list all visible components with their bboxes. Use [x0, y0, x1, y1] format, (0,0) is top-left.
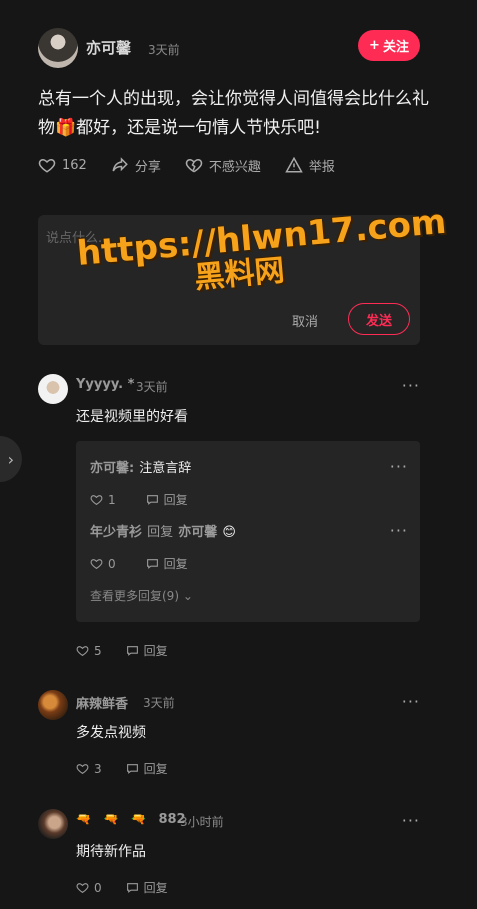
commenter-name[interactable]: 麻辣鲜香	[76, 693, 128, 712]
post-time: 3天前	[148, 43, 180, 57]
warning-icon	[285, 156, 303, 173]
heart-icon	[76, 883, 89, 894]
chat-bubble-icon	[126, 883, 138, 893]
share-label: 分享	[134, 159, 161, 175]
reply-emoji: 😊	[222, 525, 236, 540]
comment-actions: 5 回复	[76, 642, 168, 659]
commenter-name-group[interactable]: 🔫 🔫 🔫 882	[76, 812, 186, 827]
reply-label: 回复	[143, 881, 168, 895]
heart-icon	[76, 764, 89, 775]
reply-like-count: 1	[108, 492, 116, 507]
reply-item: 年少青衫 回复 亦可馨 😊 ··· 0 回复	[90, 521, 408, 571]
post-actions: 162 分享 不感兴趣 举报	[38, 153, 398, 177]
gun-badge-icon: 🔫	[76, 812, 91, 826]
comment-reply-button[interactable]: 回复	[126, 879, 168, 896]
replies-box: 亦可馨: 注意言辞 ··· 1 回复 年少青衫 回复 亦可馨 😊 ··· 0 回…	[76, 441, 420, 622]
gun-badge-icon: 🔫	[103, 812, 119, 826]
comment-item: 🔫 🔫 🔫 882 3小时前 ··· 期待新作品 0 回复	[38, 809, 420, 899]
more-options-icon[interactable]: ···	[402, 811, 420, 830]
dislike-label: 不感兴趣	[208, 159, 261, 175]
comment-text: 期待新作品	[76, 844, 146, 860]
commenter-name[interactable]: Yyyyy. *	[76, 377, 134, 392]
reply-text: 注意言辞	[139, 461, 192, 476]
reply-actions: 1 回复	[90, 491, 188, 508]
comment-item: 麻辣鲜香 3天前 ··· 多发点视频 3 回复	[38, 690, 420, 780]
share-icon	[112, 157, 128, 172]
comment-like-count: 3	[94, 761, 102, 776]
comment-text: 还是视频里的好看	[76, 409, 188, 425]
reply-to-label: 回复	[147, 525, 174, 540]
reply-label: 回复	[163, 493, 188, 507]
post-header: 亦可馨 3天前 + 关注	[38, 28, 458, 68]
watermark: https://hlwn17.com 黑料网	[75, 202, 447, 304]
gun-badge-icon: 🔫	[130, 812, 146, 826]
heart-icon	[90, 495, 103, 506]
comment-actions: 3 回复	[76, 760, 168, 777]
commenter-avatar[interactable]	[38, 690, 68, 720]
reply-author[interactable]: 亦可馨:	[90, 461, 134, 476]
reply-reply-button[interactable]: 回复	[146, 491, 188, 508]
comment-text: 多发点视频	[76, 725, 146, 741]
plus-icon: +	[369, 38, 380, 53]
comment-reply-button[interactable]: 回复	[126, 642, 168, 659]
view-more-replies-label: 查看更多回复(9)	[90, 589, 179, 603]
comment-input-box[interactable]: 说点什么... https://hlwn17.com 黑料网 取消 发送	[38, 202, 448, 345]
heart-icon	[38, 158, 56, 173]
more-options-icon[interactable]: ···	[402, 692, 420, 711]
follow-button[interactable]: + 关注	[358, 30, 420, 61]
send-button[interactable]: 发送	[348, 303, 410, 335]
comment-like-button[interactable]: 3	[76, 760, 102, 777]
reply-like-button[interactable]: 0	[90, 555, 116, 572]
heart-icon	[76, 646, 89, 657]
comment-time: 3天前	[143, 696, 175, 710]
like-count: 162	[62, 157, 87, 173]
reply-label: 回复	[163, 557, 188, 571]
reply-actions: 0 回复	[90, 555, 188, 572]
more-options-icon[interactable]: ···	[402, 376, 420, 395]
reply-label: 回复	[143, 762, 168, 776]
author-avatar[interactable]	[38, 28, 78, 68]
comment-like-button[interactable]: 0	[76, 879, 102, 896]
reply-target-name[interactable]: 亦可馨	[178, 525, 217, 540]
broken-heart-icon	[185, 158, 203, 173]
comment-like-count: 5	[94, 643, 102, 658]
comment-actions: 0 回复	[76, 879, 168, 896]
more-options-icon[interactable]: ···	[390, 521, 408, 540]
cancel-button[interactable]: 取消	[292, 311, 318, 330]
reply-like-count: 0	[108, 556, 116, 571]
chevron-down-icon: ⌄	[182, 589, 193, 603]
like-button[interactable]: 162	[38, 156, 87, 174]
comment-time: 3天前	[136, 380, 168, 394]
side-panel-toggle[interactable]: ›	[0, 436, 22, 482]
chat-bubble-icon	[146, 559, 158, 569]
commenter-avatar[interactable]	[38, 374, 68, 404]
heart-icon	[90, 559, 103, 570]
comment-reply-button[interactable]: 回复	[126, 760, 168, 777]
author-name[interactable]: 亦可馨	[86, 37, 131, 58]
chat-bubble-icon	[126, 764, 138, 774]
comment-time: 3小时前	[180, 815, 224, 829]
post-text: 总有一个人的出现，会让你觉得人间值得会比什么礼物🎁都好，还是说一句情人节快乐吧!	[38, 89, 429, 138]
commenter-avatar[interactable]	[38, 809, 68, 839]
chat-bubble-icon	[146, 495, 158, 505]
reply-item: 亦可馨: 注意言辞 ··· 1 回复	[90, 457, 408, 507]
comment-like-button[interactable]: 5	[76, 642, 102, 659]
chat-bubble-icon	[126, 646, 138, 656]
more-options-icon[interactable]: ···	[390, 457, 408, 476]
dislike-button[interactable]: 不感兴趣	[185, 156, 261, 175]
share-button[interactable]: 分享	[111, 156, 161, 175]
report-button[interactable]: 举报	[285, 156, 335, 175]
chevron-right-icon: ›	[7, 449, 14, 469]
comment-like-count: 0	[94, 880, 102, 895]
reply-label: 回复	[143, 644, 168, 658]
view-more-replies-link[interactable]: 查看更多回复(9) ⌄	[90, 587, 193, 604]
follow-label: 关注	[382, 40, 409, 55]
reply-reply-button[interactable]: 回复	[146, 555, 188, 572]
reply-like-button[interactable]: 1	[90, 491, 116, 508]
reply-author[interactable]: 年少青衫	[90, 525, 142, 540]
report-label: 举报	[308, 159, 335, 175]
